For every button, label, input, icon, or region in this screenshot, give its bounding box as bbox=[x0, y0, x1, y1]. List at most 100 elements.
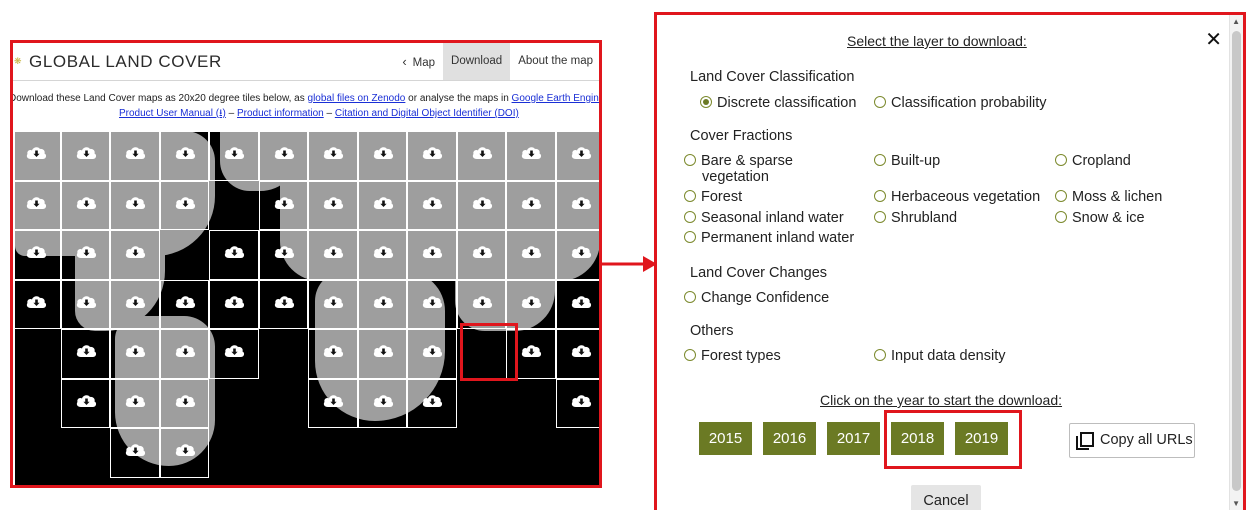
map-tile[interactable] bbox=[159, 180, 209, 230]
map-tile[interactable] bbox=[15, 180, 61, 230]
copy-all-urls-button[interactable]: Copy all URLs bbox=[1069, 423, 1195, 458]
map-tile[interactable] bbox=[209, 329, 259, 379]
map-tile[interactable] bbox=[258, 230, 308, 280]
map-tile[interactable] bbox=[258, 131, 308, 181]
map-tile[interactable] bbox=[456, 230, 506, 280]
radio-icon bbox=[684, 231, 696, 243]
option-bare-sparse-vegetation[interactable]: Bare & sparse vegetation bbox=[684, 153, 793, 185]
map-tile[interactable] bbox=[110, 180, 160, 230]
map-tile[interactable] bbox=[60, 180, 110, 230]
map-tile[interactable] bbox=[60, 131, 110, 181]
option-herbaceous-vegetation[interactable]: Herbaceous vegetation bbox=[874, 189, 1040, 205]
map-tile[interactable] bbox=[357, 180, 407, 230]
map-tile[interactable] bbox=[456, 180, 506, 230]
map-tile[interactable] bbox=[209, 131, 259, 181]
map-tile[interactable] bbox=[15, 131, 61, 181]
map-tile[interactable] bbox=[258, 180, 308, 230]
map-tile[interactable] bbox=[506, 230, 556, 280]
map-tile[interactable] bbox=[159, 378, 209, 428]
map-tile[interactable] bbox=[258, 279, 308, 329]
map-tile[interactable] bbox=[308, 329, 358, 379]
map-tile[interactable] bbox=[15, 279, 61, 329]
option-shrubland[interactable]: Shrubland bbox=[874, 210, 957, 226]
map-tile[interactable] bbox=[110, 378, 160, 428]
map-tile[interactable] bbox=[308, 230, 358, 280]
map-tile[interactable] bbox=[209, 279, 259, 329]
map-tile[interactable] bbox=[110, 329, 160, 379]
map-tile[interactable] bbox=[357, 378, 407, 428]
map-tile[interactable] bbox=[159, 428, 209, 478]
map-tile[interactable] bbox=[555, 329, 599, 379]
map-tile[interactable] bbox=[357, 279, 407, 329]
map-tile[interactable] bbox=[110, 230, 160, 280]
tab-map[interactable]: ‹ Map bbox=[394, 43, 443, 80]
map-tile[interactable] bbox=[308, 180, 358, 230]
product-info-link[interactable]: Product information bbox=[237, 108, 324, 119]
map-tile[interactable] bbox=[506, 279, 556, 329]
option-built-up[interactable]: Built-up bbox=[874, 153, 940, 169]
map-tile[interactable] bbox=[555, 180, 599, 230]
map-tile[interactable] bbox=[456, 279, 506, 329]
map-tile[interactable] bbox=[407, 378, 457, 428]
map-tile[interactable] bbox=[308, 279, 358, 329]
map-tile[interactable] bbox=[407, 180, 457, 230]
option-cropland[interactable]: Cropland bbox=[1055, 153, 1131, 169]
option-permanent-inland-water[interactable]: Permanent inland water bbox=[684, 230, 854, 246]
map-tile[interactable] bbox=[456, 131, 506, 181]
close-icon[interactable]: ✕ bbox=[1205, 27, 1222, 52]
map-tile[interactable] bbox=[506, 131, 556, 181]
map-tile[interactable] bbox=[110, 131, 160, 181]
modal-scrollbar[interactable]: ▲ ▼ bbox=[1229, 15, 1243, 510]
scroll-down-icon[interactable]: ▼ bbox=[1232, 499, 1240, 508]
map-tile[interactable] bbox=[308, 378, 358, 428]
year-button-2015[interactable]: 2015 bbox=[699, 422, 752, 455]
scroll-up-icon[interactable]: ▲ bbox=[1232, 17, 1240, 26]
map-tile[interactable] bbox=[555, 279, 599, 329]
map-tile[interactable] bbox=[60, 230, 110, 280]
manual-link[interactable]: Product User Manual (⭳) bbox=[119, 108, 226, 119]
gee-link[interactable]: Google Earth Engine bbox=[512, 93, 599, 104]
map-tile[interactable] bbox=[555, 131, 599, 181]
option-forest-types[interactable]: Forest types bbox=[684, 348, 781, 364]
map-tile[interactable] bbox=[407, 279, 457, 329]
option-moss-lichen[interactable]: Moss & lichen bbox=[1055, 189, 1162, 205]
map-tile[interactable] bbox=[357, 131, 407, 181]
map-tile[interactable] bbox=[110, 428, 160, 478]
map-tile[interactable] bbox=[555, 378, 599, 428]
zenodo-link[interactable]: global files on Zenodo bbox=[308, 93, 406, 104]
map-tile[interactable] bbox=[60, 279, 110, 329]
option-snow-ice[interactable]: Snow & ice bbox=[1055, 210, 1145, 226]
map-tile[interactable] bbox=[407, 131, 457, 181]
option-seasonal-inland-water[interactable]: Seasonal inland water bbox=[684, 210, 844, 226]
option-input-data-density[interactable]: Input data density bbox=[874, 348, 1005, 364]
doi-link[interactable]: Citation and Digital Object Identifier (… bbox=[335, 108, 519, 119]
map-tile[interactable] bbox=[357, 230, 407, 280]
option-classification-probability[interactable]: Classification probability bbox=[874, 95, 1047, 111]
option-forest[interactable]: Forest bbox=[684, 189, 742, 205]
map-tile[interactable] bbox=[308, 131, 358, 181]
map-tile[interactable] bbox=[159, 131, 209, 181]
map-tile[interactable] bbox=[159, 329, 209, 379]
map-tile[interactable] bbox=[60, 378, 110, 428]
map-tile[interactable] bbox=[407, 329, 457, 379]
option-discrete-classification[interactable]: Discrete classification bbox=[700, 95, 856, 111]
map-tile[interactable] bbox=[357, 329, 407, 379]
map-tile[interactable] bbox=[159, 279, 209, 329]
map-tile[interactable] bbox=[407, 230, 457, 280]
scroll-thumb[interactable] bbox=[1232, 31, 1241, 491]
map-tile[interactable] bbox=[60, 329, 110, 379]
option-change-confidence[interactable]: Change Confidence bbox=[684, 290, 829, 306]
map-tile[interactable] bbox=[110, 279, 160, 329]
cloud-download-icon bbox=[224, 147, 245, 159]
year-button-2016[interactable]: 2016 bbox=[763, 422, 816, 455]
tab-download[interactable]: Download bbox=[443, 43, 511, 80]
map-tile[interactable] bbox=[555, 230, 599, 280]
option-label: Cropland bbox=[1072, 153, 1131, 169]
map-tile[interactable] bbox=[506, 180, 556, 230]
cancel-button[interactable]: Cancel bbox=[911, 485, 981, 510]
year-button-2017[interactable]: 2017 bbox=[827, 422, 880, 455]
map-tile[interactable] bbox=[15, 230, 61, 280]
tab-about[interactable]: About the map bbox=[510, 43, 599, 80]
option-label: Change Confidence bbox=[701, 290, 830, 306]
map-tile[interactable] bbox=[209, 230, 259, 280]
